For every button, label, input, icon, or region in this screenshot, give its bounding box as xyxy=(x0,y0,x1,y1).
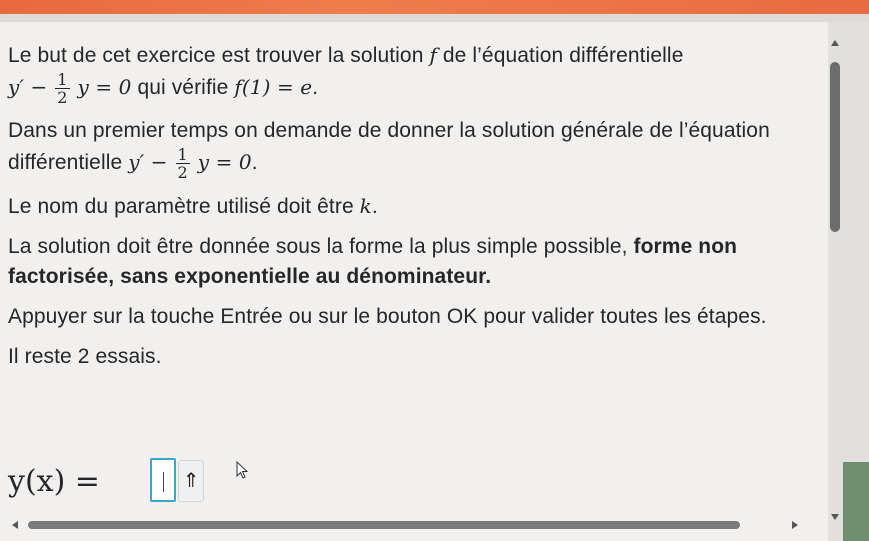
exercise-content: Le but de cet exercice est trouver la so… xyxy=(8,40,818,382)
exercise-step-general: Dans un premier temps on demande de donn… xyxy=(8,119,770,182)
exercise-validation-note: Appuyer sur la touche Entrée ou sur le b… xyxy=(8,305,767,328)
scroll-right-icon[interactable] xyxy=(792,521,798,529)
scroll-up-icon[interactable] xyxy=(831,40,839,46)
exercise-format-note: La solution doit être donnée sous la for… xyxy=(8,235,738,288)
scroll-left-icon[interactable] xyxy=(12,521,18,529)
fraction-one-half: 12 xyxy=(175,145,190,182)
horizontal-scrollbar[interactable] xyxy=(0,518,828,532)
exercise-parameter-note: Le nom du paramètre utilisé doit être k. xyxy=(8,194,378,218)
scroll-down-icon[interactable] xyxy=(831,514,839,520)
answer-input[interactable] xyxy=(150,458,176,502)
attempts-remaining: Il reste 2 essais. xyxy=(8,345,162,368)
text-caret xyxy=(163,472,164,492)
horizontal-scroll-thumb[interactable] xyxy=(28,521,740,529)
exponent-shift-button[interactable]: ⇑ xyxy=(178,460,204,502)
vertical-scrollbar[interactable] xyxy=(830,36,842,536)
answer-label: y(x) = xyxy=(8,464,100,499)
fraction-one-half: 12 xyxy=(55,70,70,107)
vertical-scroll-thumb[interactable] xyxy=(830,62,840,232)
exercise-intro: Le but de cet exercice est trouver la so… xyxy=(8,43,684,107)
mouse-pointer-icon xyxy=(236,461,249,479)
side-green-block xyxy=(843,462,869,541)
